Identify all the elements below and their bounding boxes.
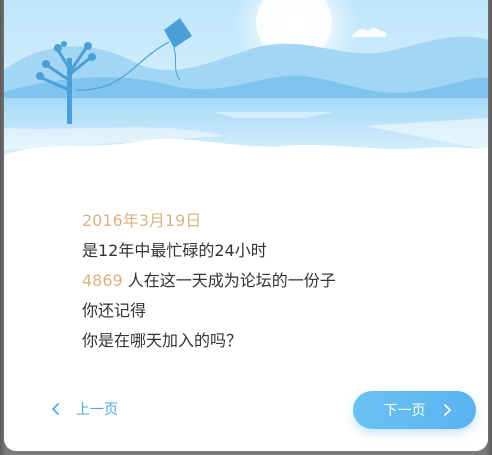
join-question-line: 你是在哪天加入的吗？ <box>82 331 243 350</box>
dialog-message: 2016年3月19日 是12年中最忙碌的24小时 4869 人在这一天成为论坛的… <box>82 206 462 356</box>
members-line: 4869 人在这一天成为论坛的一份子 <box>82 266 462 296</box>
remember-line: 你还记得 <box>82 301 147 320</box>
chevron-left-icon <box>52 403 59 415</box>
dialog-card: 2016年3月19日 是12年中最忙碌的24小时 4869 人在这一天成为论坛的… <box>4 0 488 451</box>
next-page-button[interactable]: 下一页 <box>353 391 476 429</box>
banner-illustration <box>4 0 488 185</box>
chevron-right-icon <box>443 404 451 416</box>
member-count: 4869 <box>82 271 123 290</box>
prev-page-button[interactable]: 上一页 <box>48 396 118 422</box>
members-line-text: 人在这一天成为论坛的一份子 <box>122 271 336 290</box>
next-page-label: 下一页 <box>383 403 426 419</box>
prev-page-label: 上一页 <box>76 402 118 418</box>
date-line: 2016年3月19日 <box>82 211 202 230</box>
busiest-line: 是12年中最忙碌的24小时 <box>82 241 267 260</box>
